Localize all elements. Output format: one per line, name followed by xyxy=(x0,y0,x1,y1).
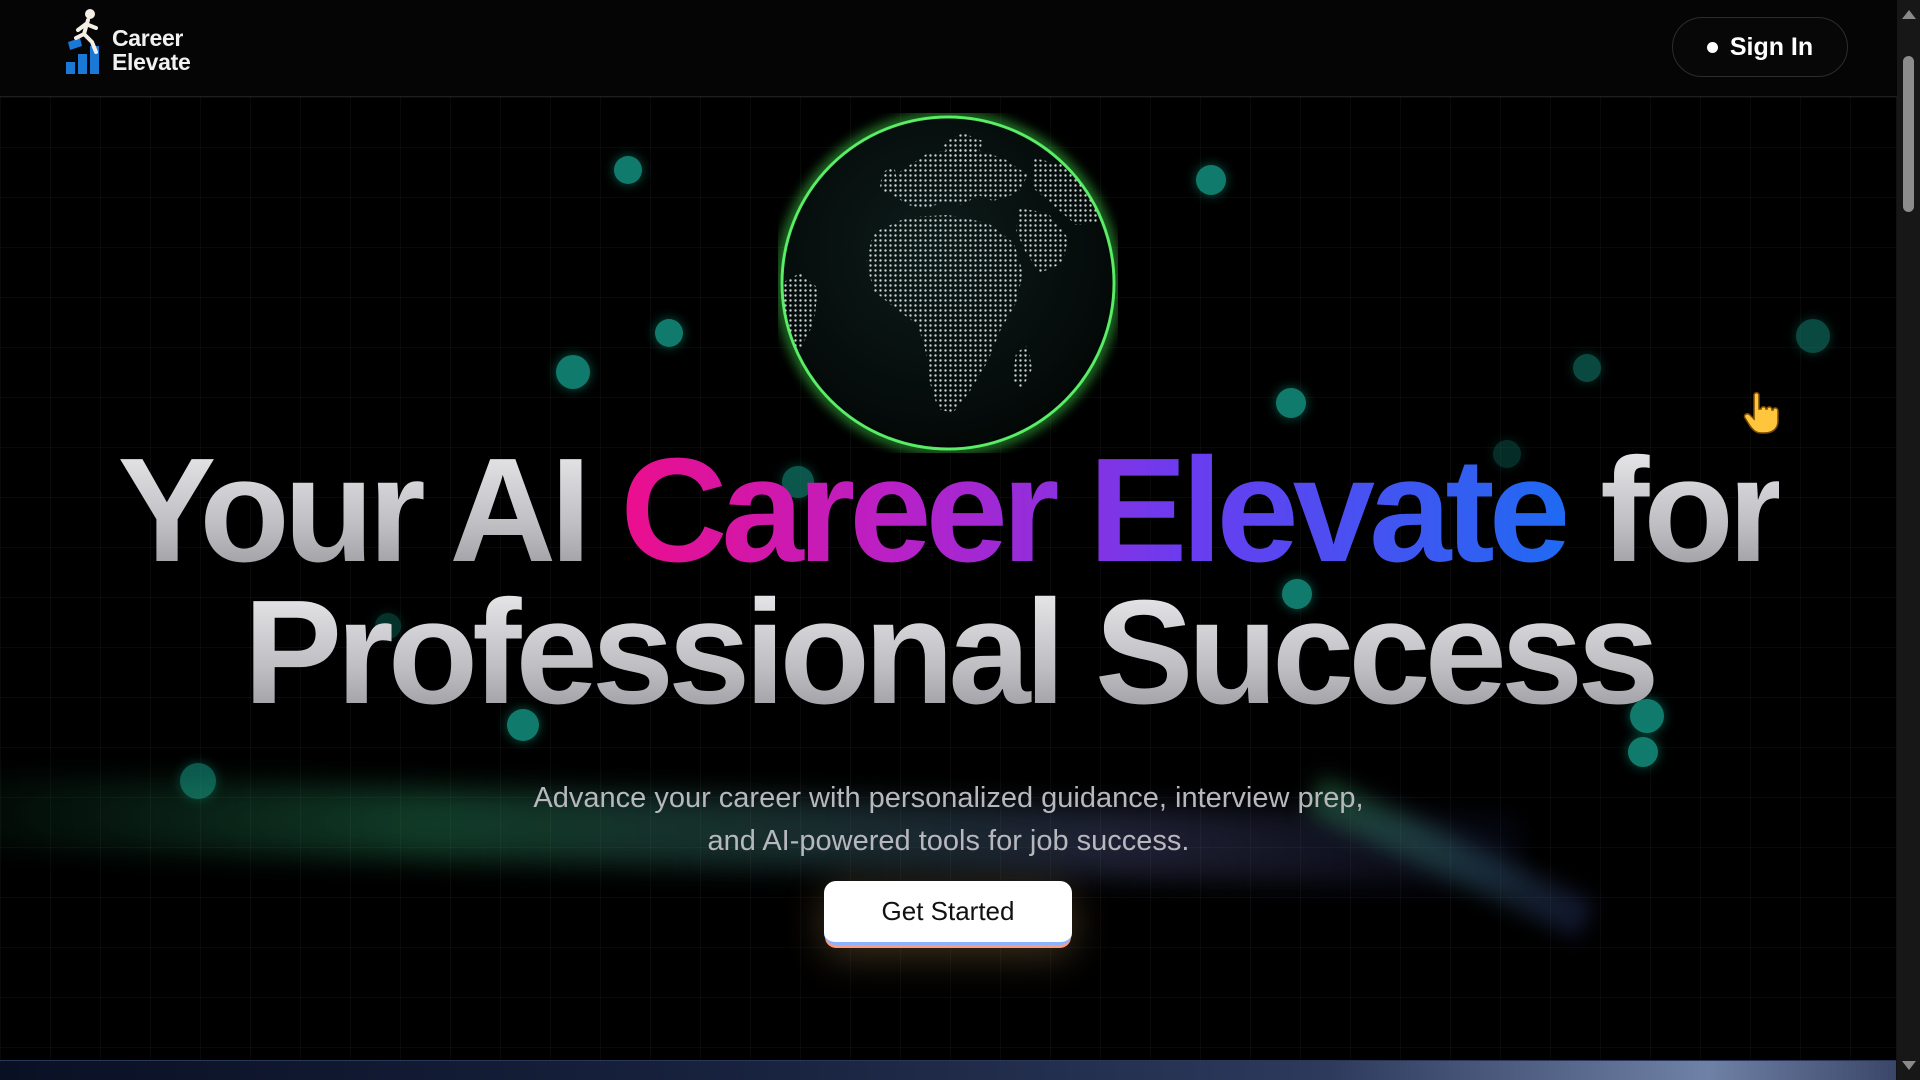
get-started-button[interactable]: Get Started xyxy=(824,881,1072,945)
vertical-scrollbar[interactable] xyxy=(1896,0,1920,1080)
particle-dot xyxy=(1573,354,1601,382)
scroll-thumb[interactable] xyxy=(1903,56,1914,212)
landing-page: Your AI Career Elevate for Professional … xyxy=(0,0,1920,1080)
app-name: Career Elevate xyxy=(112,25,191,75)
person-climbing-bars-icon xyxy=(66,9,99,74)
particle-dot xyxy=(1196,165,1226,195)
headline-line2: Professional Success xyxy=(243,570,1659,735)
next-section-preview xyxy=(0,1060,1897,1080)
sign-in-label: Sign In xyxy=(1729,32,1814,61)
app-logo[interactable]: Career Elevate xyxy=(66,8,206,74)
particle-dot xyxy=(655,319,683,347)
headline-part1: Your AI xyxy=(117,428,592,593)
scroll-up-arrow-icon[interactable] xyxy=(1902,10,1916,19)
particle-dot xyxy=(556,355,590,389)
hero-headline: Your AI Career Elevate for Professional … xyxy=(0,437,1897,727)
globe-icon xyxy=(778,113,1118,453)
headline-highlight: Career Elevate xyxy=(620,428,1570,593)
hero-subtitle: Advance your career with personalized gu… xyxy=(533,782,1364,857)
particle-dot xyxy=(1628,737,1658,767)
headline-part2: for xyxy=(1600,428,1785,593)
particle-dot xyxy=(1796,319,1830,353)
dot-icon xyxy=(1706,41,1718,53)
scroll-down-arrow-icon[interactable] xyxy=(1902,1061,1916,1070)
particle-dot xyxy=(1276,388,1306,418)
particle-dot xyxy=(614,156,642,184)
logo-line1: Career xyxy=(112,25,184,51)
sign-in-button[interactable]: Sign In xyxy=(1672,17,1848,77)
logo-line2: Elevate xyxy=(112,49,191,75)
top-navbar: Career Elevate Sign In xyxy=(0,0,1897,97)
